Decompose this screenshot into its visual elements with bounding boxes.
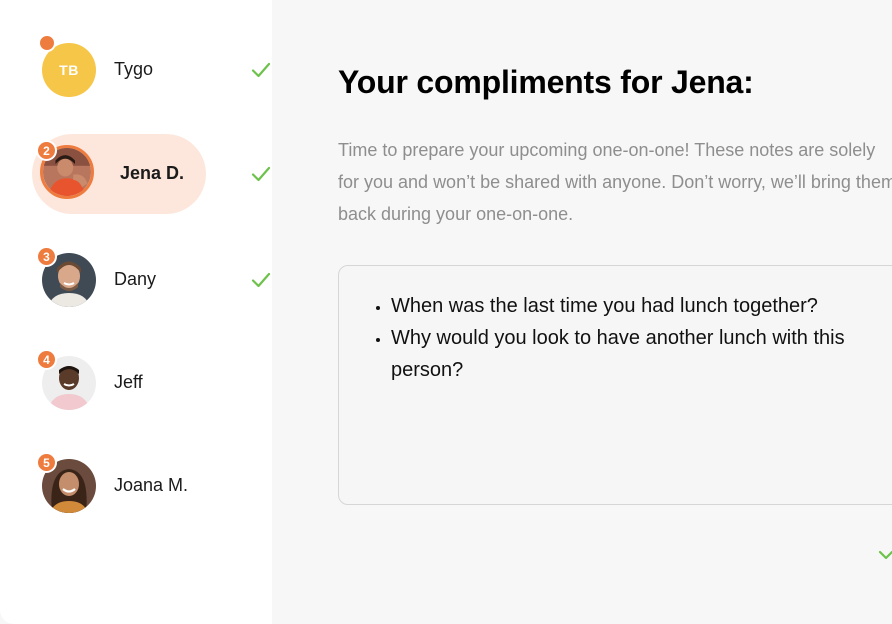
status-dot [38, 34, 56, 52]
page-description: Time to prepare your upcoming one-on-one… [338, 140, 892, 224]
sidebar-item-label: Jena D. [120, 163, 185, 183]
sidebar-item-joana[interactable]: 5 Joana M. [32, 446, 206, 526]
check-icon [251, 62, 271, 78]
sidebar-item-jena[interactable]: 2 Jena D. [32, 134, 271, 214]
list-item: Why would you look to have another lunch… [391, 322, 892, 386]
order-badge: 4 [36, 349, 57, 370]
list-item: When was the last time you had lunch tog… [391, 290, 892, 322]
check-icon [251, 166, 271, 182]
avatar-initials: TB [59, 62, 79, 78]
notes-list: When was the last time you had lunch tog… [339, 266, 892, 386]
order-badge: 2 [36, 140, 57, 161]
sidebar-item-label: Joana M. [114, 475, 189, 495]
chevron-down-icon[interactable] [876, 546, 892, 564]
sidebar-item-label: Jeff [114, 372, 143, 392]
page-title: Your compliments for Jena: [338, 64, 754, 100]
order-badge: 3 [36, 246, 57, 267]
sidebar-item-label: Tygo [114, 59, 154, 79]
sidebar-item-dany[interactable]: 3 Dany [32, 240, 271, 320]
sidebar-item-jeff[interactable]: 4 Jeff [32, 343, 206, 423]
notes-textarea[interactable]: When was the last time you had lunch tog… [338, 265, 892, 505]
sidebar-item-tygo[interactable]: TB Tygo [32, 30, 271, 110]
order-badge: 5 [36, 452, 57, 473]
check-icon [251, 272, 271, 288]
participant-sidebar: TB Tygo 2 Jena D. 3 Dany 4 Jeff 5 Joana … [0, 0, 272, 624]
sidebar-item-label: Dany [114, 269, 157, 289]
